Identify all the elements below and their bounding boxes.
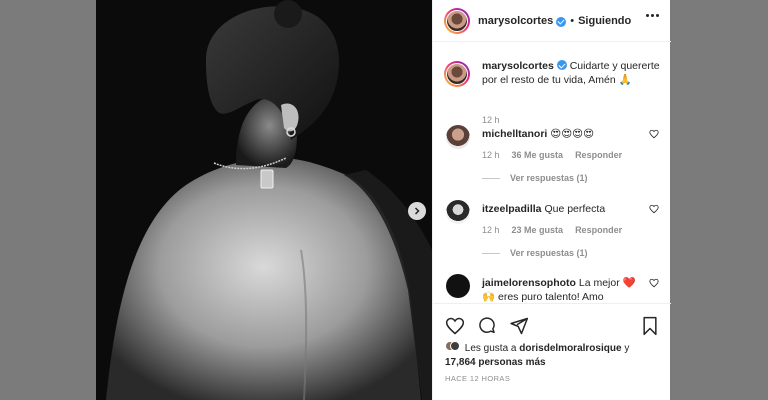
likes-prefix: Les gusta a bbox=[464, 343, 517, 354]
comment-heart-icon[interactable] bbox=[649, 204, 659, 214]
comment-item: michelltanori 😍😍😍😍 12 h 36 Me gusta Resp… bbox=[444, 123, 664, 183]
comment-avatar[interactable] bbox=[446, 200, 470, 224]
likes-count[interactable]: 17,864 personas más bbox=[445, 357, 546, 368]
post-photo bbox=[96, 0, 432, 400]
modal-backdrop-right[interactable] bbox=[670, 0, 768, 400]
reply-button[interactable]: Responder bbox=[575, 150, 622, 160]
photo-illustration bbox=[96, 0, 432, 400]
view-replies-button[interactable]: Ver respuestas (1) bbox=[482, 173, 588, 183]
comment-time[interactable]: 12 h bbox=[482, 225, 500, 235]
caption-avatar[interactable] bbox=[444, 61, 470, 87]
chevron-right-icon bbox=[414, 207, 420, 215]
header-separator: • bbox=[570, 14, 575, 27]
view-replies-label: Ver respuestas (1) bbox=[510, 248, 588, 258]
liker-avatar[interactable] bbox=[445, 341, 460, 352]
comment-likes[interactable]: 23 Me gusta bbox=[512, 225, 564, 235]
comment-text: Que perfecta bbox=[544, 203, 606, 215]
comment-time[interactable]: 12 h bbox=[482, 150, 500, 160]
next-photo-button[interactable] bbox=[408, 202, 426, 220]
view-replies-button[interactable]: Ver respuestas (1) bbox=[482, 248, 588, 258]
more-options-button[interactable] bbox=[646, 14, 659, 17]
comment-icon[interactable] bbox=[477, 316, 497, 336]
bookmark-icon bbox=[643, 316, 657, 336]
likes-connector: y bbox=[624, 343, 630, 354]
comment-username[interactable]: michelltanori bbox=[482, 128, 547, 140]
comment-likes[interactable]: 36 Me gusta bbox=[512, 150, 564, 160]
more-icon bbox=[646, 14, 649, 17]
reply-button[interactable]: Responder bbox=[575, 225, 622, 235]
post-side-panel: marysolcortes • Siguiendo marysolcortes … bbox=[432, 0, 671, 400]
post-header: marysolcortes • Siguiendo bbox=[433, 0, 671, 42]
comment-text: 😍😍😍😍 bbox=[550, 128, 595, 140]
post-actions: Les gusta a dorisdelmoralrosique y 17,86… bbox=[433, 303, 671, 400]
post-timestamp[interactable]: HACE 12 HORAS bbox=[445, 374, 510, 383]
comments-list[interactable]: marysolcortes Cuidarte y quererte por el… bbox=[433, 43, 671, 303]
author-username[interactable]: marysolcortes bbox=[478, 15, 553, 27]
likes-summary: Les gusta a dorisdelmoralrosique y 17,86… bbox=[445, 341, 660, 370]
save-button[interactable] bbox=[641, 316, 659, 336]
comment-username[interactable]: itzeelpadilla bbox=[482, 203, 542, 215]
share-icon[interactable] bbox=[509, 316, 529, 336]
author-avatar[interactable] bbox=[444, 7, 470, 34]
comment-item: itzeelpadilla Que perfecta 12 h 23 Me gu… bbox=[444, 198, 664, 258]
comment-item: jaimelorensophoto La mejor ❤️ 🙌 eres pur… bbox=[444, 272, 664, 303]
comment-avatar[interactable] bbox=[446, 125, 470, 149]
comment-heart-icon[interactable] bbox=[649, 278, 659, 288]
comment-avatar[interactable] bbox=[446, 274, 470, 298]
verified-icon bbox=[556, 16, 567, 27]
verified-icon bbox=[556, 60, 567, 70]
comment-heart-icon[interactable] bbox=[649, 129, 659, 139]
liker-username[interactable]: dorisdelmoralrosique bbox=[519, 343, 621, 354]
caption-username[interactable]: marysolcortes bbox=[482, 60, 554, 72]
modal-backdrop-left[interactable] bbox=[0, 0, 96, 400]
heart-icon[interactable] bbox=[445, 316, 465, 336]
comment-username[interactable]: jaimelorensophoto bbox=[482, 277, 576, 289]
following-button[interactable]: Siguiendo bbox=[578, 15, 631, 27]
view-replies-label: Ver respuestas (1) bbox=[510, 173, 588, 183]
